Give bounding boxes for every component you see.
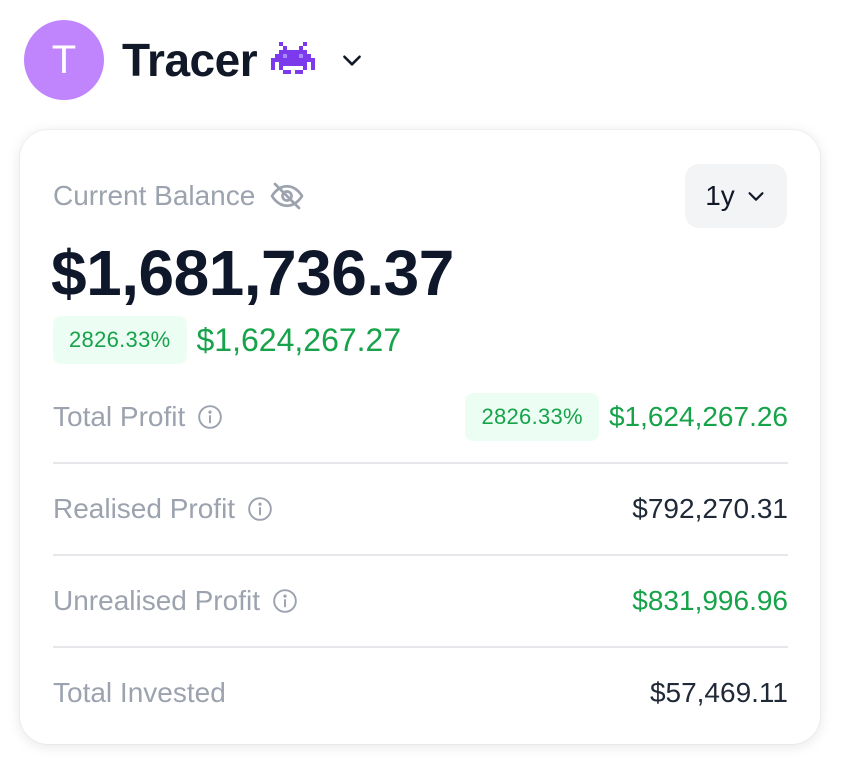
balance-change-row: 2826.33% $1,624,267.27 (53, 316, 401, 364)
profit-summary-list: Total Profit 2826.33% $1,624,267.26 Real… (53, 372, 788, 738)
alien-monster-icon (271, 42, 316, 78)
chevron-down-icon[interactable] (339, 47, 365, 73)
total-profit-label: Total Profit (53, 401, 186, 432)
time-range-select[interactable]: 1y (685, 164, 787, 228)
realised-profit-value: $792,270.31 (632, 493, 788, 524)
current-balance-value: $1,681,736.37 (51, 237, 454, 309)
avatar-letter: T (51, 37, 77, 82)
account-header[interactable]: T Tracer (24, 20, 365, 100)
total-profit-percent-badge: 2826.33% (465, 393, 599, 441)
unrealised-profit-label: Unrealised Profit (53, 585, 260, 616)
account-name[interactable]: Tracer (122, 33, 258, 87)
chevron-down-icon (748, 192, 764, 201)
current-balance-label: Current Balance (53, 180, 256, 211)
unrealised-profit-row: Unrealised Profit $831,996.96 (53, 556, 788, 648)
eye-off-icon[interactable] (269, 178, 305, 214)
time-range-value: 1y (705, 180, 735, 211)
balance-change-amount: $1,624,267.27 (196, 321, 402, 358)
avatar[interactable]: T (24, 20, 104, 100)
unrealised-profit-value: $831,996.96 (632, 585, 788, 616)
balance-label-row: Current Balance (53, 178, 305, 214)
balance-card: Current Balance 1y $1,681,736.37 2826.33… (20, 130, 820, 744)
total-invested-row: Total Invested $57,469.11 (53, 648, 788, 738)
total-profit-row: Total Profit 2826.33% $1,624,267.26 (53, 372, 788, 464)
total-invested-label: Total Invested (53, 677, 226, 708)
realised-profit-row: Realised Profit $792,270.31 (53, 464, 788, 556)
total-profit-value: $1,624,267.26 (608, 401, 788, 432)
info-icon[interactable] (247, 496, 273, 522)
total-invested-value: $57,469.11 (649, 677, 788, 708)
info-icon[interactable] (272, 588, 298, 614)
balance-change-percent-badge: 2826.33% (53, 316, 187, 364)
realised-profit-label: Realised Profit (53, 493, 236, 524)
info-icon[interactable] (197, 404, 223, 430)
